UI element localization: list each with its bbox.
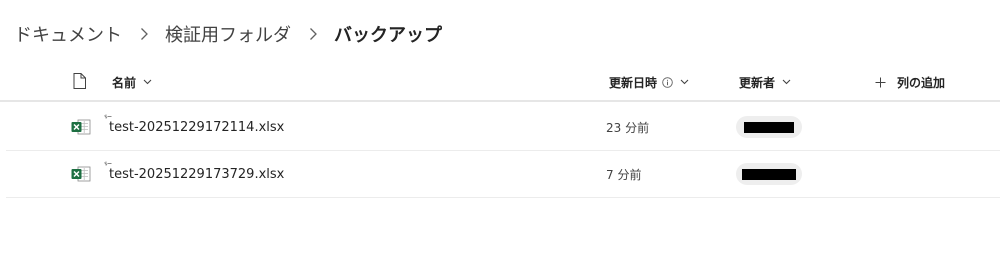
breadcrumb-item-folder[interactable]: 検証用フォルダ bbox=[165, 21, 291, 47]
chevron-right-icon bbox=[306, 27, 320, 41]
excel-file-icon bbox=[71, 151, 91, 197]
modified-by-cell bbox=[736, 104, 802, 150]
redacted-name bbox=[742, 168, 796, 180]
column-header-name[interactable]: 名前 bbox=[112, 64, 152, 100]
modified-date: 23 分前 bbox=[606, 120, 650, 135]
info-icon[interactable] bbox=[662, 76, 673, 88]
list-header: 名前 更新日時 更新者 列の追加 bbox=[0, 64, 1000, 102]
breadcrumb-current: バックアップ bbox=[334, 25, 442, 46]
table-row[interactable]: test-20251229173729.xlsx 7 分前 bbox=[6, 151, 1000, 198]
person-chip[interactable] bbox=[736, 163, 802, 185]
add-column-label: 列の追加 bbox=[897, 75, 946, 90]
breadcrumb-item-documents[interactable]: ドキュメント bbox=[14, 21, 122, 47]
person-chip[interactable] bbox=[736, 116, 802, 138]
chevron-right-icon bbox=[137, 27, 151, 41]
breadcrumb: ドキュメント 検証用フォルダ バックアップ bbox=[14, 20, 442, 48]
modified-date: 7 分前 bbox=[606, 167, 642, 182]
file-name[interactable]: test-20251229172114.xlsx bbox=[109, 120, 284, 135]
chevron-down-icon bbox=[143, 79, 152, 85]
column-header-modified[interactable]: 更新日時 bbox=[609, 64, 689, 100]
column-header-name-label: 名前 bbox=[112, 75, 137, 90]
table-row[interactable]: test-20251229172114.xlsx 23 分前 bbox=[6, 104, 1000, 151]
column-header-modified-by[interactable]: 更新者 bbox=[739, 64, 791, 100]
add-column-button[interactable]: 列の追加 bbox=[875, 64, 945, 100]
plus-icon bbox=[875, 77, 886, 88]
excel-file-icon bbox=[71, 104, 91, 150]
chevron-down-icon bbox=[680, 79, 689, 85]
file-name-link[interactable]: test-20251229173729.xlsx bbox=[109, 151, 284, 197]
file-name-link[interactable]: test-20251229172114.xlsx bbox=[109, 104, 284, 150]
column-header-modified-label: 更新日時 bbox=[609, 75, 658, 90]
document-library: ドキュメント 検証用フォルダ バックアップ 名前 更新日時 更新者 列の追加 t… bbox=[0, 0, 1000, 279]
file-type-column-header[interactable] bbox=[73, 64, 86, 100]
redacted-name bbox=[744, 121, 794, 133]
document-icon bbox=[73, 72, 86, 92]
chevron-down-icon bbox=[782, 79, 791, 85]
modified-by-cell bbox=[736, 151, 802, 197]
file-name[interactable]: test-20251229173729.xlsx bbox=[109, 167, 284, 182]
column-header-modified-by-label: 更新者 bbox=[739, 75, 776, 90]
